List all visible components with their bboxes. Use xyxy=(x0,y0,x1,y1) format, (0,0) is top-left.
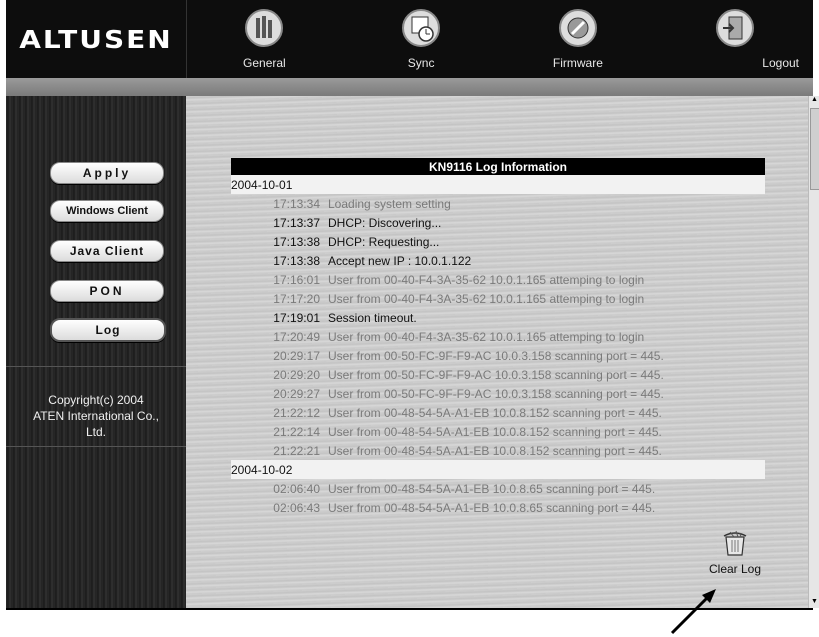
log-entry-message: User from 00-50-FC-9F-F9-AC 10.0.3.158 s… xyxy=(328,386,664,401)
log-entry: 17:17:20 User from 00-40-F4-3A-35-62 10.0… xyxy=(231,289,765,308)
logo-text: ALTUSEN xyxy=(19,24,173,54)
log-entry-time: 17:16:01 xyxy=(273,272,320,287)
nav-firmware-label: Firmware xyxy=(552,56,603,70)
general-icon xyxy=(245,9,284,47)
main-content: KN9116 Log Information 2004-10-01 17:13:3… xyxy=(186,96,808,608)
log-entry: 17:20:49 User from 00-40-F4-3A-35-62 10.0… xyxy=(231,327,765,346)
log-entry-message: User from 00-40-F4-3A-35-62 10.0.1.165 a… xyxy=(328,291,645,306)
log-title: KN9116 Log Information xyxy=(231,158,765,175)
log-entry: 02:06:40 User from 00-48-54-5A-A1-EB 10.0… xyxy=(231,479,765,498)
log-entry-message: User from 00-50-FC-9F-F9-AC 10.0.3.158 s… xyxy=(328,367,664,382)
log-entry: 02:06:43 User from 00-48-54-5A-A1-EB 10.0… xyxy=(231,498,765,517)
log-entry: 21:22:14 User from 00-48-54-5A-A1-EB 10.0… xyxy=(231,422,765,441)
log-entry-time: 17:13:38 xyxy=(273,253,320,268)
log-entry-time: 20:29:20 xyxy=(273,367,320,382)
log-entry-time: 21:22:21 xyxy=(273,443,320,458)
scroll-up-arrow-icon[interactable]: ▲ xyxy=(809,96,819,106)
log-entry: 17:16:01 User from 00-40-F4-3A-35-62 10.0… xyxy=(231,270,765,289)
log-entry-message: User from 00-40-F4-3A-35-62 10.0.1.165 a… xyxy=(328,329,645,344)
log-entry-message: User from 00-48-54-5A-A1-EB 10.0.8.152 s… xyxy=(328,443,662,458)
log-entry-time: 17:13:37 xyxy=(273,215,320,230)
log-entry-time: 20:29:17 xyxy=(273,348,320,363)
log-entry-time: 17:19:01 xyxy=(273,310,320,325)
log-entry: 20:29:17 User from 00-50-FC-9F-F9-AC 10.0… xyxy=(231,346,765,365)
log-entry-message: User from 00-48-54-5A-A1-EB 10.0.8.152 s… xyxy=(328,405,662,420)
nav-general-label: General xyxy=(243,56,286,70)
sync-icon xyxy=(402,9,441,47)
log-entry-message: User from 00-40-F4-3A-35-62 10.0.1.165 a… xyxy=(328,272,645,287)
logout-icon xyxy=(715,9,754,47)
java-client-button[interactable]: Java Client xyxy=(50,240,164,262)
log-entry: 20:29:27 User from 00-50-FC-9F-F9-AC 10.0… xyxy=(231,384,765,403)
clear-log-button[interactable]: Clear Log xyxy=(700,528,770,578)
trash-icon xyxy=(723,530,747,556)
log-entry: 21:22:12 User from 00-48-54-5A-A1-EB 10.0… xyxy=(231,403,765,422)
scroll-thumb[interactable] xyxy=(810,108,819,190)
clear-log-label: Clear Log xyxy=(708,562,762,576)
firmware-icon xyxy=(558,9,597,47)
top-bar: ALTUSEN General Sync Firmware Logout xyxy=(6,0,813,78)
pointer-arrow-icon xyxy=(670,589,716,635)
pon-button[interactable]: PON xyxy=(50,280,164,302)
log-entry-time: 21:22:12 xyxy=(273,405,320,420)
nav-general[interactable]: General xyxy=(186,0,343,78)
log-entry-message: Loading system setting xyxy=(328,196,451,211)
sidebar-divider-2 xyxy=(6,446,186,447)
log-entry: 17:13:38 DHCP: Requesting... xyxy=(231,232,765,251)
log-entry-message: User from 00-48-54-5A-A1-EB 10.0.8.65 sc… xyxy=(328,500,656,515)
main-nav: General Sync Firmware Logout xyxy=(186,0,813,78)
log-entry-time: 17:20:49 xyxy=(273,329,320,344)
nav-logout[interactable]: Logout xyxy=(656,0,813,78)
log-entry: 17:13:37 DHCP: Discovering... xyxy=(231,213,765,232)
sidebar: Apply Windows Client Java Client PON Log… xyxy=(6,96,186,608)
nav-sync[interactable]: Sync xyxy=(343,0,500,78)
log-entry-message: User from 00-48-54-5A-A1-EB 10.0.8.65 sc… xyxy=(328,481,656,496)
log-panel: KN9116 Log Information 2004-10-01 17:13:3… xyxy=(231,158,765,517)
windows-client-button[interactable]: Windows Client xyxy=(50,200,164,222)
nav-firmware[interactable]: Firmware xyxy=(500,0,657,78)
copyright-line-2: ATEN International Co., xyxy=(33,409,159,423)
log-entry-time: 17:13:34 xyxy=(273,196,320,211)
scroll-down-arrow-icon[interactable]: ▼ xyxy=(809,598,819,608)
apply-button[interactable]: Apply xyxy=(50,162,164,184)
log-entry: 17:19:01 Session timeout. xyxy=(231,308,765,327)
sidebar-divider xyxy=(6,366,186,367)
log-entry-message: User from 00-48-54-5A-A1-EB 10.0.8.152 s… xyxy=(328,424,662,439)
copyright: Copyright(c) 2004 ATEN International Co.… xyxy=(6,392,186,440)
log-entry-time: 02:06:40 xyxy=(273,481,320,496)
log-entry: 21:22:21 User from 00-48-54-5A-A1-EB 10.0… xyxy=(231,441,765,460)
log-date-row: 2004-10-01 xyxy=(231,175,765,194)
log-date-row: 2004-10-02 xyxy=(231,460,765,479)
log-button[interactable]: Log xyxy=(50,318,166,342)
logo: ALTUSEN xyxy=(6,0,187,78)
log-entry: 20:29:20 User from 00-50-FC-9F-F9-AC 10.0… xyxy=(231,365,765,384)
log-entry-time: 21:22:14 xyxy=(273,424,320,439)
copyright-line-3: Ltd. xyxy=(85,425,106,439)
log-entry-message: DHCP: Requesting... xyxy=(328,234,440,249)
log-entry-message: DHCP: Discovering... xyxy=(328,215,442,230)
nav-sync-label: Sync xyxy=(407,56,435,70)
sub-bar xyxy=(6,78,813,96)
log-entry: 17:13:38 Accept new IP : 10.0.1.122 xyxy=(231,251,765,270)
vertical-scrollbar[interactable]: ▲ ▼ xyxy=(808,96,819,608)
nav-logout-label: Logout xyxy=(762,56,799,70)
log-entry-message: User from 00-50-FC-9F-F9-AC 10.0.3.158 s… xyxy=(328,348,664,363)
log-entry-time: 20:29:27 xyxy=(273,386,320,401)
log-entry-message: Session timeout. xyxy=(328,310,417,325)
log-entry-message: Accept new IP : 10.0.1.122 xyxy=(328,253,472,268)
log-entry: 17:13:34 Loading system setting xyxy=(231,194,765,213)
log-entry-time: 17:13:38 xyxy=(273,234,320,249)
log-body: 2004-10-01 17:13:34 Loading system setting… xyxy=(231,175,765,517)
log-entry-time: 02:06:43 xyxy=(273,500,320,515)
log-entry-time: 17:17:20 xyxy=(273,291,320,306)
copyright-line-1: Copyright(c) 2004 xyxy=(48,393,144,407)
